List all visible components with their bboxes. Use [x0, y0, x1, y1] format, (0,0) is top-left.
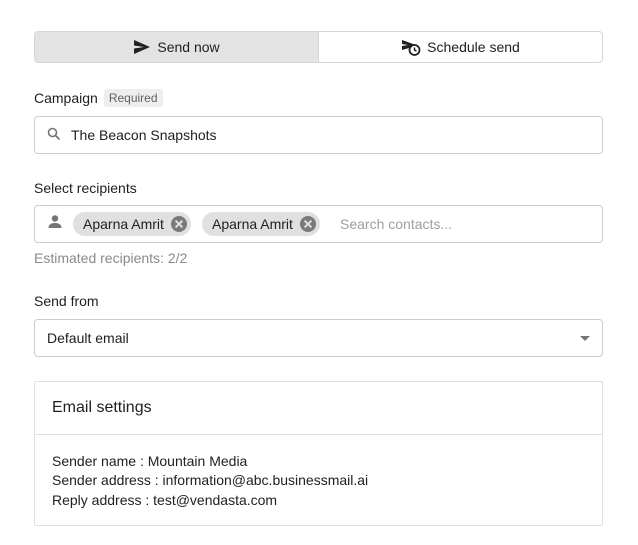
estimated-recipients: Estimated recipients: 2/2	[34, 250, 188, 266]
send-icon	[133, 39, 151, 55]
sender-name: Sender name : Mountain Media	[52, 453, 248, 469]
email-settings-panel: Email settings Sender name : Mountain Me…	[34, 381, 603, 526]
schedule-send-label: Schedule send	[427, 39, 520, 55]
send-from-value: Default email	[47, 330, 129, 346]
search-contacts-input[interactable]	[340, 216, 590, 232]
email-settings-title: Email settings	[52, 399, 152, 416]
send-now-label: Send now	[157, 39, 220, 55]
send-from-label: Send from	[34, 293, 99, 309]
recipients-label: Select recipients	[34, 180, 137, 196]
remove-chip-icon[interactable]	[170, 216, 187, 232]
remove-chip-icon[interactable]	[299, 216, 316, 232]
send-mode-toggle: Send now Schedule send	[34, 31, 603, 63]
search-icon	[47, 127, 61, 146]
sender-address: Sender address : information@abc.busines…	[52, 472, 369, 488]
schedule-send-button[interactable]: Schedule send	[319, 32, 602, 62]
campaign-label: Campaign	[34, 90, 98, 106]
campaign-field[interactable]: The Beacon Snapshots	[34, 116, 603, 154]
person-icon	[47, 214, 63, 235]
required-badge: Required	[103, 89, 163, 107]
send-from-select[interactable]: Default email	[34, 319, 603, 357]
recipients-field[interactable]: Aparna Amrit Aparna Amrit	[34, 205, 603, 243]
recipient-chip: Aparna Amrit	[202, 212, 320, 236]
reply-address: Reply address : test@vendasta.com	[52, 492, 278, 508]
divider	[35, 434, 602, 435]
recipient-chip-label: Aparna Amrit	[212, 216, 293, 232]
recipient-chip-label: Aparna Amrit	[83, 216, 164, 232]
schedule-send-icon	[401, 38, 421, 56]
campaign-label-row: Campaign Required	[34, 89, 163, 107]
campaign-value: The Beacon Snapshots	[71, 127, 217, 143]
dropdown-arrow-icon	[580, 336, 590, 341]
send-now-button[interactable]: Send now	[35, 32, 319, 62]
recipient-chip: Aparna Amrit	[73, 212, 191, 236]
